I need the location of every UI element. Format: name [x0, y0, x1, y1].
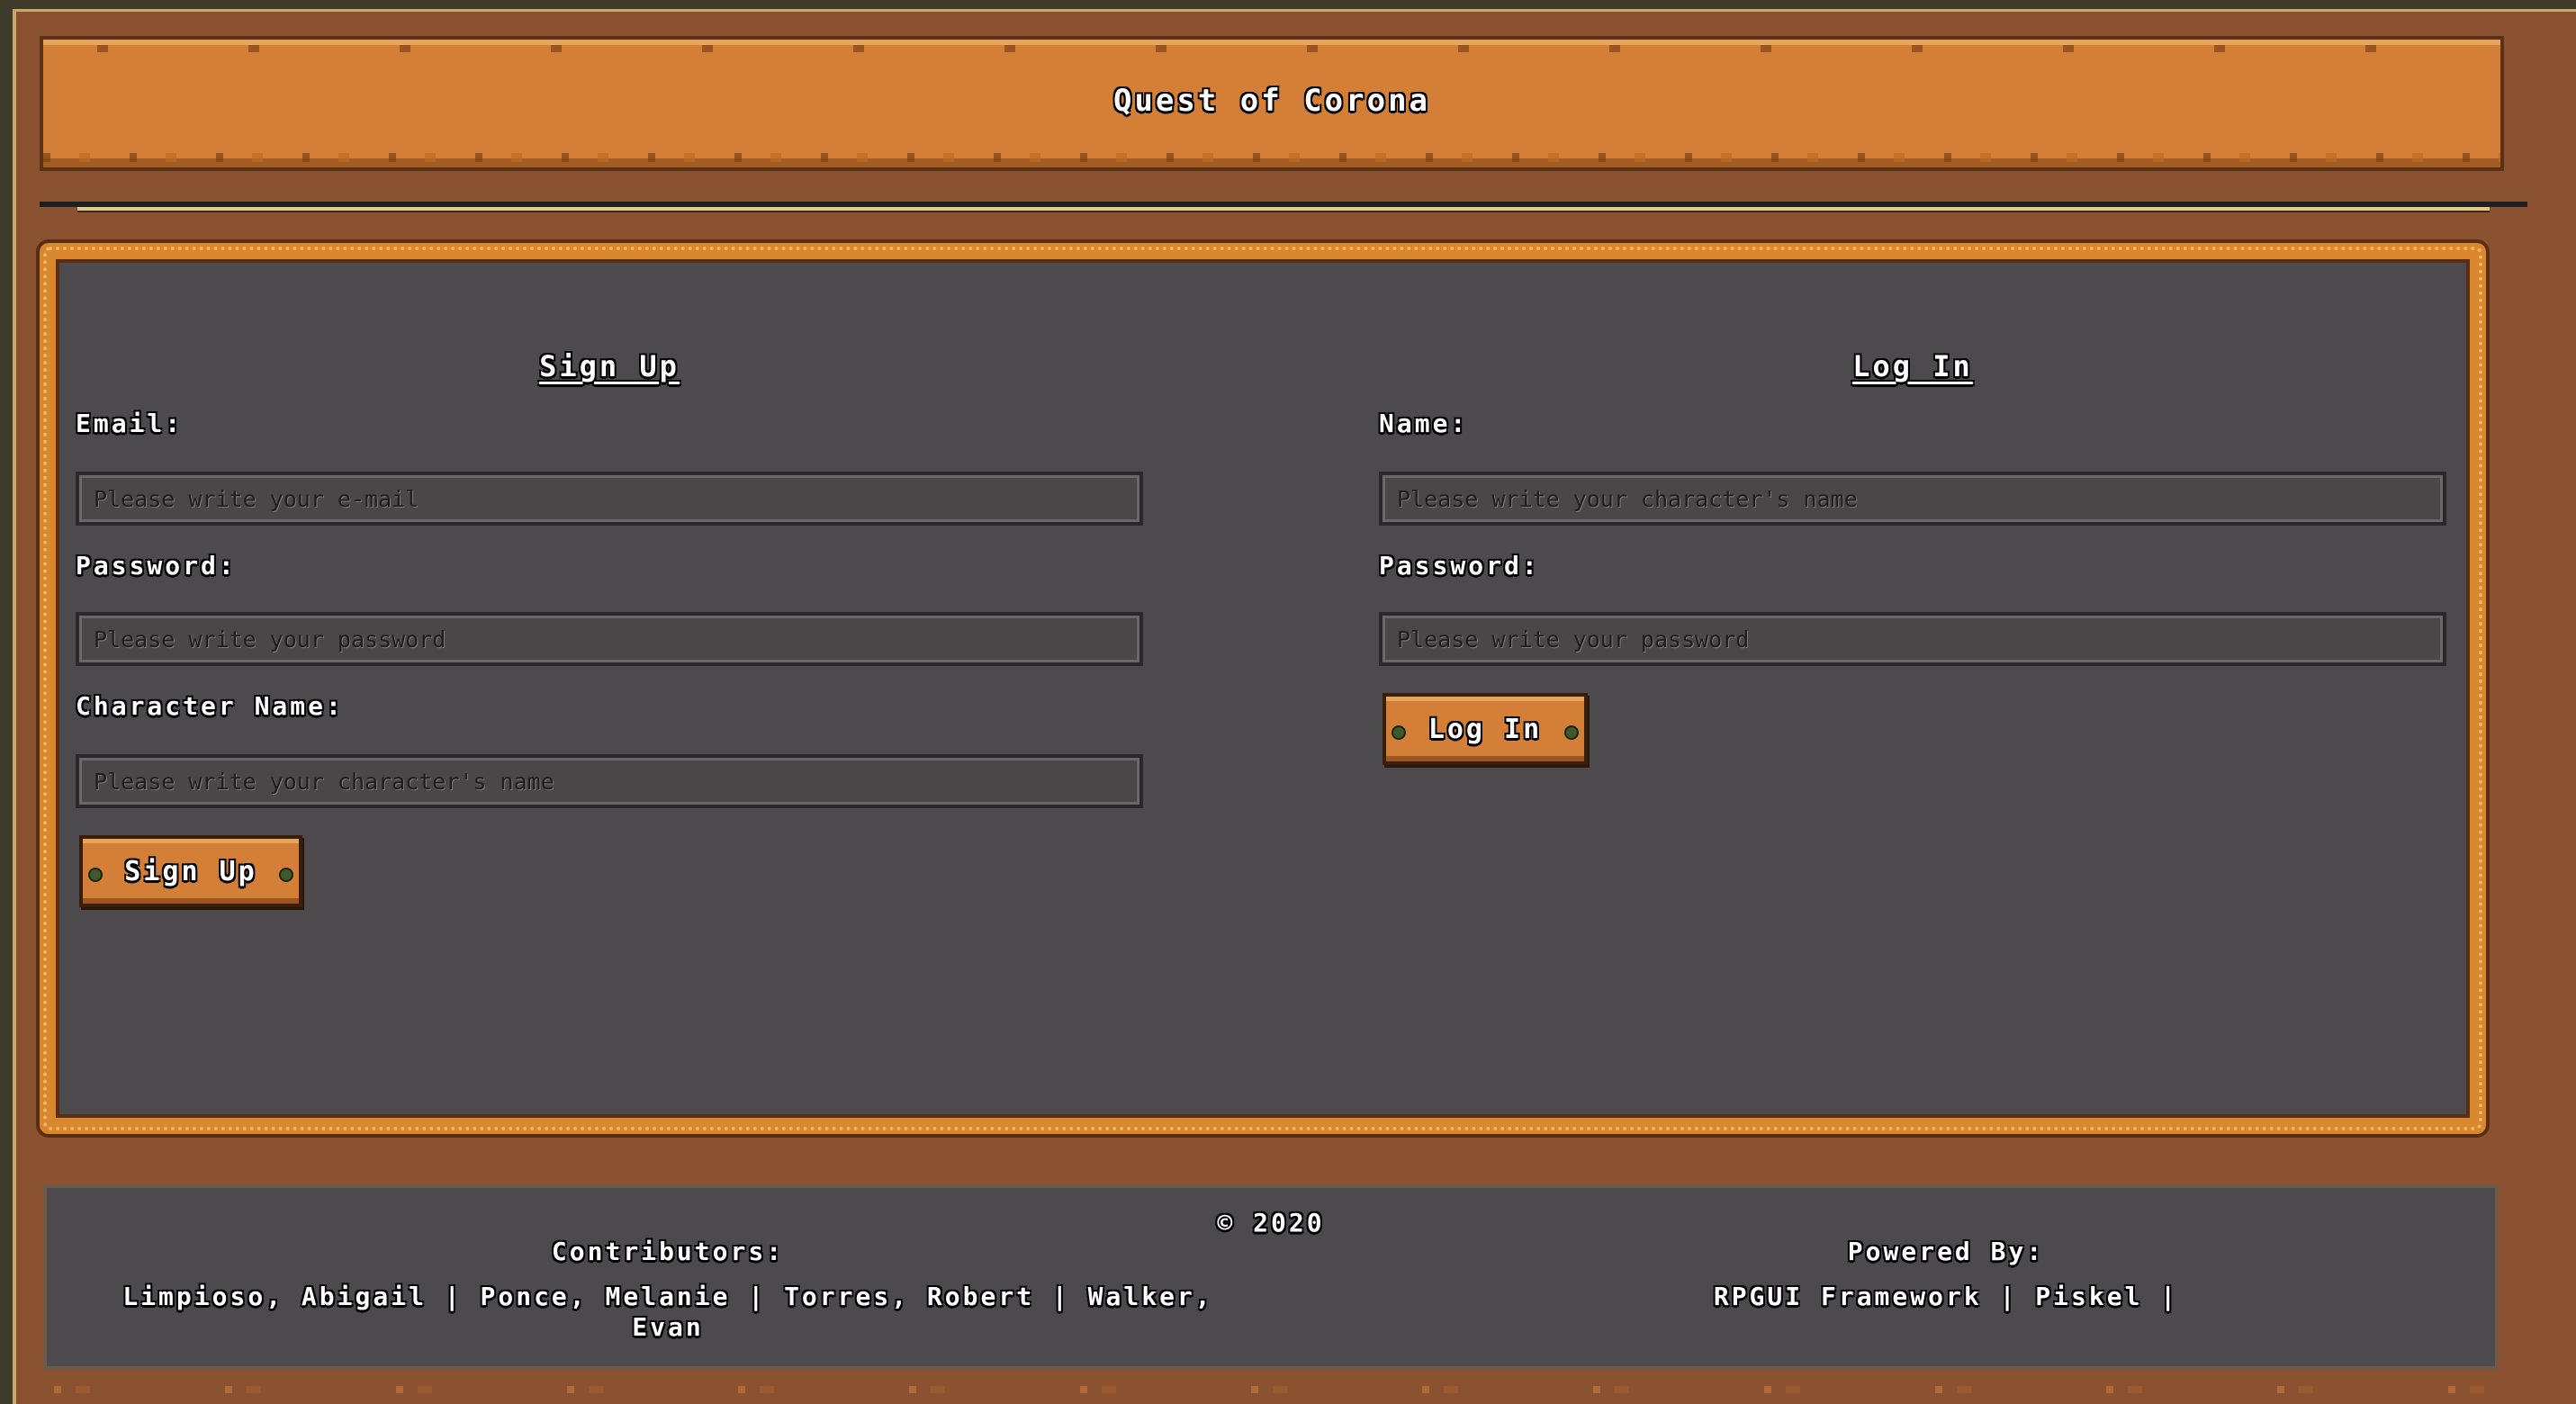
bottom-decoration: [54, 1386, 2522, 1393]
signup-button-label: Sign Up: [124, 855, 257, 887]
page-title: Quest of Corona: [1112, 83, 1431, 119]
signup-password-input[interactable]: [76, 612, 1143, 666]
header-divider: [40, 202, 2527, 212]
contributors-list: Limpioso, Abigail | Ponce, Melanie | Tor…: [122, 1282, 1213, 1342]
login-password-label: Password:: [1379, 551, 1540, 580]
footer: © 2020 Contributors: Limpioso, Abigail |…: [43, 1184, 2499, 1370]
auth-panel: Sign Up Email: Password: Character Name:…: [40, 243, 2486, 1134]
login-button-label: Log In: [1428, 713, 1543, 745]
login-name-label: Name:: [1379, 409, 1469, 438]
bolt-icon: [1564, 725, 1579, 740]
login-password-input[interactable]: [1379, 612, 2446, 666]
signup-email-label: Email:: [76, 409, 184, 438]
signup-button[interactable]: Sign Up: [79, 835, 302, 907]
bolt-icon: [1392, 725, 1406, 740]
footer-copyright: © 2020: [1217, 1208, 1325, 1238]
powered-list: RPGUI Framework | Piskel |: [1713, 1282, 2179, 1311]
contributors-heading: Contributors:: [551, 1237, 785, 1266]
login-button[interactable]: Log In: [1383, 693, 1588, 765]
powered-heading: Powered By:: [1847, 1237, 2045, 1266]
footer-contributors: Contributors: Limpioso, Abigail | Ponce,…: [83, 1237, 1253, 1343]
footer-powered-by: Powered By: RPGUI Framework | Piskel |: [1595, 1237, 2297, 1312]
signup-email-input[interactable]: [76, 472, 1143, 526]
signup-password-label: Password:: [76, 551, 237, 580]
login-title: Log In: [1852, 349, 1973, 383]
login-name-input[interactable]: [1379, 472, 2446, 526]
signup-title: Sign Up: [539, 349, 680, 383]
bolt-icon: [88, 868, 103, 882]
signup-character-input[interactable]: [76, 754, 1143, 808]
signup-character-label: Character Name:: [76, 691, 344, 721]
header-banner: Quest of Corona: [40, 36, 2504, 171]
bolt-icon: [279, 868, 293, 882]
